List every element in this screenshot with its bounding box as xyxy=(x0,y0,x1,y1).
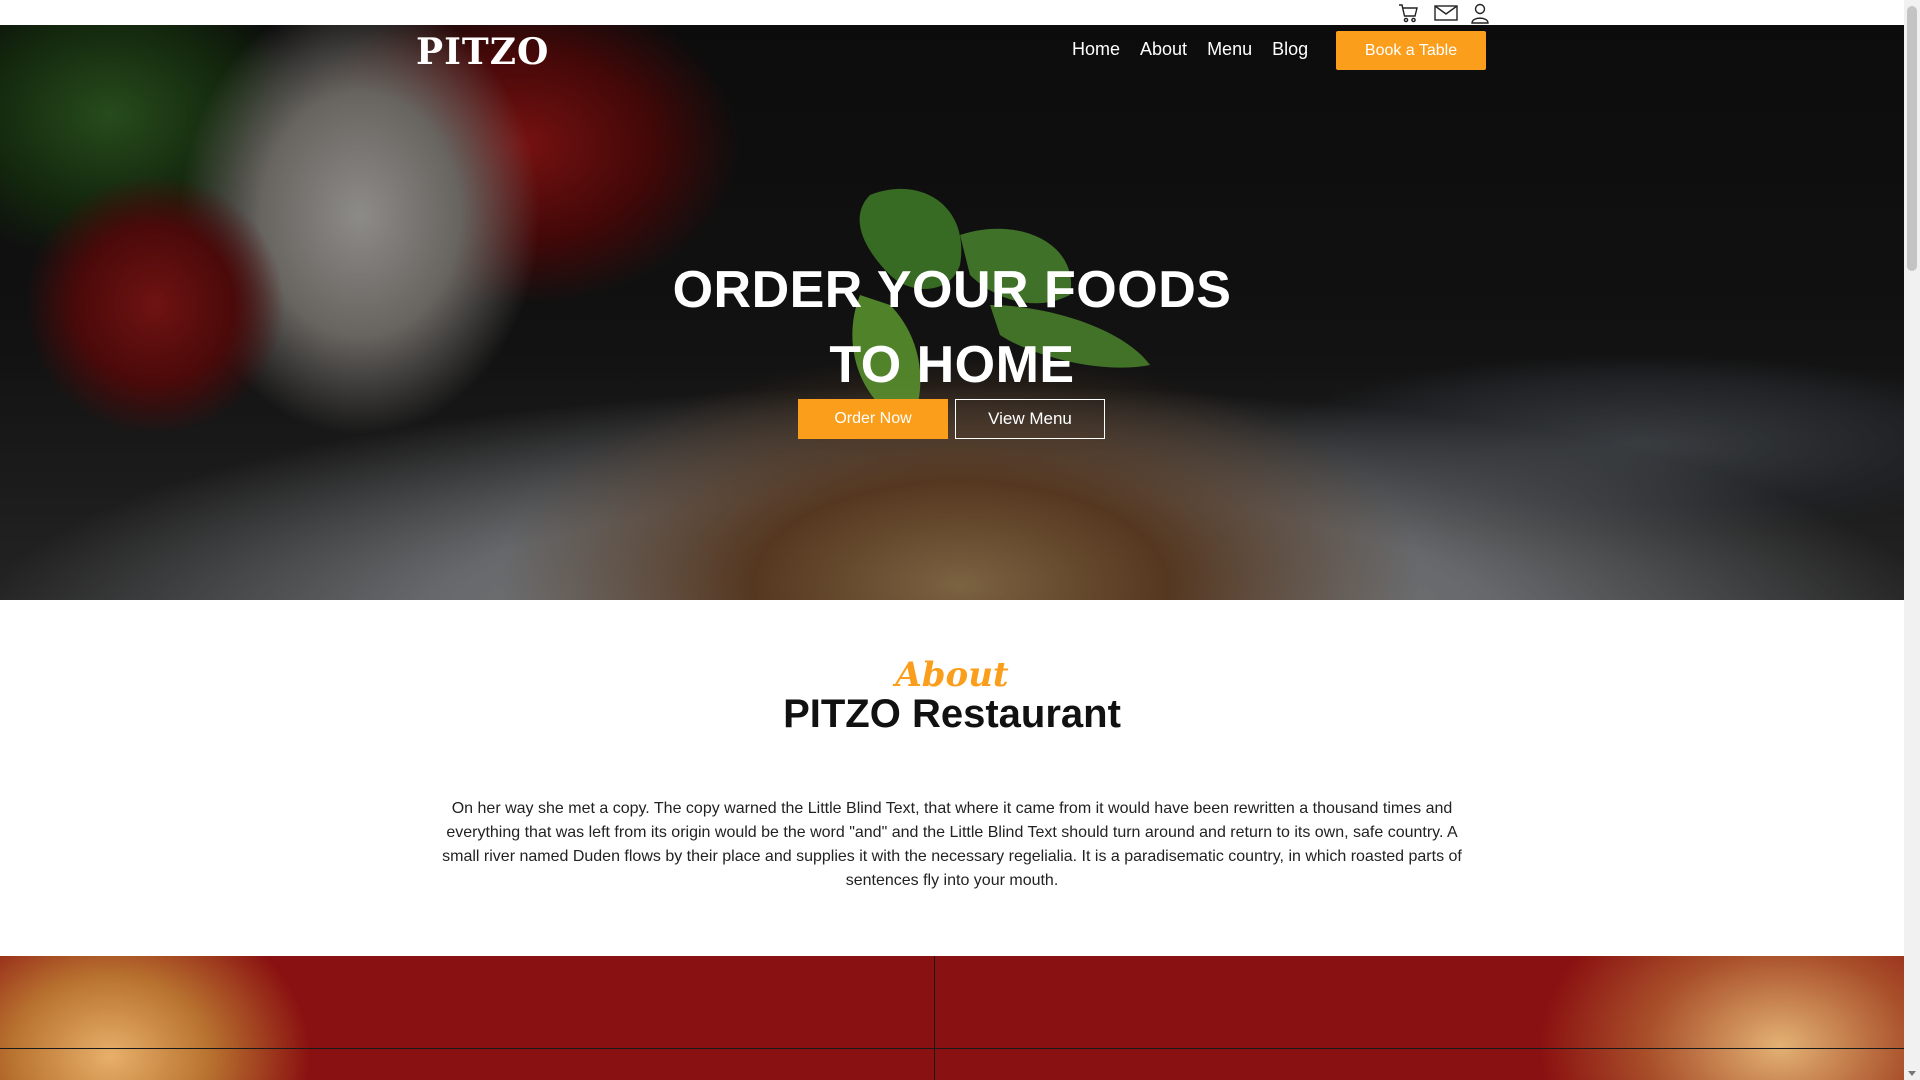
hero-buttons: Order Now View Menu xyxy=(798,399,1105,439)
user-icon[interactable] xyxy=(1470,2,1492,24)
wood-plank-divider xyxy=(0,1048,1904,1049)
scroll-down-icon[interactable] xyxy=(1908,1071,1916,1076)
utility-bar xyxy=(0,0,1904,25)
about-script-label: About xyxy=(895,655,1009,695)
scrollbar-thumb[interactable] xyxy=(1907,6,1917,271)
mail-icon[interactable] xyxy=(1434,2,1458,24)
nav-item-home[interactable]: Home xyxy=(1072,39,1120,60)
nav-item-menu[interactable]: Menu xyxy=(1207,39,1252,60)
hero-title: ORDER YOUR FOODS TO HOME xyxy=(0,253,1904,403)
about-section: About PITZO Restaurant On her way she me… xyxy=(0,600,1904,956)
view-menu-button[interactable]: View Menu xyxy=(955,399,1105,439)
nav-item-about[interactable]: About xyxy=(1140,39,1187,60)
order-now-button[interactable]: Order Now xyxy=(798,399,948,439)
hero-title-text: ORDER YOUR FOODS TO HOME xyxy=(672,261,1232,394)
hero-section: PITZO Home About Menu Blog Book a Table … xyxy=(0,25,1904,600)
about-text: On her way she met a copy. The copy warn… xyxy=(442,800,1462,889)
page-scrollbar[interactable] xyxy=(1904,0,1920,1080)
pizza-banner-image xyxy=(0,956,1904,1080)
about-title: PITZO Restaurant xyxy=(783,692,1121,736)
site-logo[interactable]: PITZO xyxy=(416,31,549,73)
nav-item-blog[interactable]: Blog xyxy=(1272,39,1308,60)
cart-icon[interactable] xyxy=(1398,2,1420,24)
book-table-button[interactable]: Book a Table xyxy=(1336,31,1486,70)
main-nav: Home About Menu Blog xyxy=(1072,39,1308,60)
wood-plank-divider xyxy=(934,956,935,1080)
utility-icons xyxy=(1398,2,1492,24)
